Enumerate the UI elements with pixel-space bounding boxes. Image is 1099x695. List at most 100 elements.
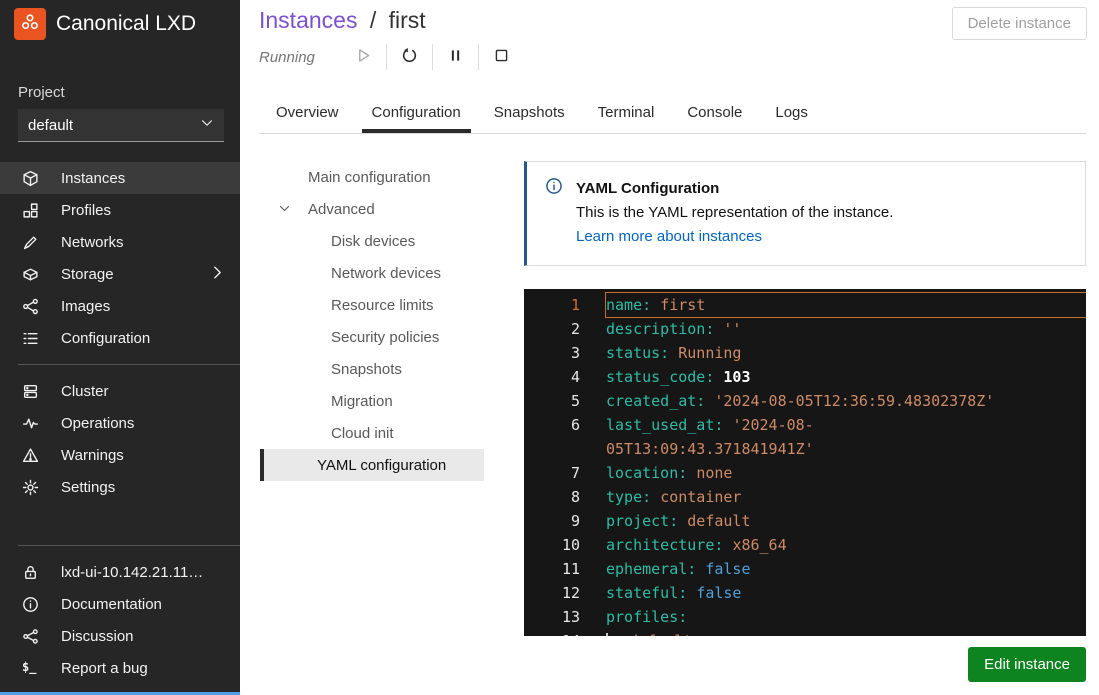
sidebar-item-label: Profiles	[61, 202, 226, 219]
subnav-item-disk-devices[interactable]: Disk devices	[260, 225, 484, 257]
sidebar-item-label: Discussion	[61, 628, 226, 645]
project-label: Project	[18, 84, 224, 101]
sidebar-item-settings[interactable]: Settings	[0, 471, 240, 503]
page-header: Instances / first Running Delete instanc…	[240, 0, 1099, 72]
tab-configuration[interactable]: Configuration	[362, 98, 471, 133]
tab-terminal[interactable]: Terminal	[598, 98, 655, 133]
app-logo[interactable]: Canonical LXD	[0, 0, 240, 48]
subnav-item-main-configuration[interactable]: Main configuration	[260, 161, 484, 193]
editor-line[interactable]: 1name: first	[524, 293, 1086, 317]
editor-line[interactable]: 11 ephemeral: false	[524, 557, 1086, 581]
gear-icon	[22, 479, 39, 496]
sidebar-item-label: lxd-ui-10.142.21.11…	[61, 564, 226, 581]
token-key: created_at:	[606, 392, 705, 410]
tab-snapshots[interactable]: Snapshots	[494, 98, 565, 133]
subnav-item-advanced[interactable]: Advanced	[260, 193, 484, 225]
editor-line-content: stateful: false	[606, 581, 1086, 605]
editor-line-number: 11	[524, 557, 580, 581]
editor-line-content: type: container	[606, 485, 1086, 509]
editor-line[interactable]: 5created_at: '2024-08-05T12:36:59.483023…	[524, 389, 1086, 413]
sidebar-item-images[interactable]: Images	[0, 290, 240, 322]
edit-instance-button[interactable]: Edit instance	[968, 647, 1086, 682]
restart-instance-button[interactable]	[387, 43, 432, 71]
sidebar-item-label: Cluster	[61, 383, 226, 400]
editor-line-number: 8	[524, 485, 580, 509]
sidebar-item-discussion[interactable]: Discussion	[0, 620, 240, 652]
editor-line-content: location: none	[606, 461, 1086, 485]
token-key: profiles:	[606, 608, 687, 626]
sidebar-item-networks[interactable]: Networks	[0, 226, 240, 258]
lxd-logo-icon	[20, 12, 40, 37]
subnav-item-yaml-configuration[interactable]: YAML configuration	[260, 449, 484, 481]
sidebar-item-profiles[interactable]: Profiles	[0, 194, 240, 226]
play-icon	[355, 47, 372, 67]
chevron-down-icon	[200, 117, 214, 134]
editor-line[interactable]: 14- default	[524, 629, 1086, 636]
breadcrumb-instances-link[interactable]: Instances	[259, 7, 357, 33]
editor-line-number: 13	[524, 605, 580, 629]
subnav-item-label: Migration	[331, 393, 393, 410]
editor-line[interactable]: 9project: default	[524, 509, 1086, 533]
network-icon	[22, 234, 39, 251]
delete-instance-button[interactable]: Delete instance	[952, 7, 1087, 40]
page-footer: Edit instance	[968, 647, 1086, 682]
sidebar-item-server-host[interactable]: lxd-ui-10.142.21.11…	[0, 556, 240, 588]
token-plain	[696, 560, 705, 578]
storage-icon	[22, 266, 39, 283]
editor-line[interactable]: 3status: Running	[524, 341, 1086, 365]
editor-line[interactable]: 12stateful: false	[524, 581, 1086, 605]
tab-overview[interactable]: Overview	[276, 98, 339, 133]
project-select[interactable]: default	[18, 109, 224, 142]
sidebar-item-configuration[interactable]: Configuration	[0, 322, 240, 354]
editor-line[interactable]: 13 profiles:	[524, 605, 1086, 629]
subnav-item-resource-limits[interactable]: Resource limits	[260, 289, 484, 321]
sidebar-padding	[0, 684, 240, 692]
stop-instance-button[interactable]	[479, 43, 524, 71]
editor-line-content: last_used_at: '2024-08-	[606, 413, 1086, 437]
subnav-item-migration[interactable]: Migration	[260, 385, 484, 417]
sidebar-item-report-bug[interactable]: $_Report a bug	[0, 652, 240, 684]
sidebar-item-storage[interactable]: Storage	[0, 258, 240, 290]
editor-line[interactable]: 4status_code: 103	[524, 365, 1086, 389]
project-section: Project default	[18, 84, 224, 142]
subnav-item-label: Snapshots	[331, 361, 402, 378]
token-key: location:	[606, 464, 687, 482]
subnav-item-label: Cloud init	[331, 425, 394, 442]
token-plain	[669, 344, 678, 362]
editor-line[interactable]: 8 type: container	[524, 485, 1086, 509]
sidebar-item-documentation[interactable]: Documentation	[0, 588, 240, 620]
token-key: description:	[606, 320, 714, 338]
subnav-item-network-devices[interactable]: Network devices	[260, 257, 484, 289]
token-val: container	[660, 488, 741, 506]
instance-controls: Running	[259, 42, 524, 72]
subnav-item-cloud-init[interactable]: Cloud init	[260, 417, 484, 449]
sidebar-item-operations[interactable]: Operations	[0, 407, 240, 439]
editor-line[interactable]: 6last_used_at: '2024-08-	[524, 413, 1086, 437]
project-select-value: default	[28, 117, 73, 134]
token-val: default	[629, 632, 692, 636]
notification-title: YAML Configuration	[576, 177, 893, 201]
sidebar-item-instances[interactable]: Instances	[0, 162, 240, 194]
editor-line-number	[524, 437, 580, 461]
editor-line[interactable]: 10architecture: x86_64	[524, 533, 1086, 557]
start-instance-button[interactable]	[341, 43, 386, 71]
editor-line-content: ephemeral: false	[606, 557, 1086, 581]
pause-instance-button[interactable]	[433, 43, 478, 71]
token-key: last_used_at:	[606, 416, 723, 434]
editor-line[interactable]: 7location: none	[524, 461, 1086, 485]
sidebar-item-cluster[interactable]: Cluster	[0, 375, 240, 407]
learn-more-link[interactable]: Learn more about instances	[576, 228, 762, 245]
sidebar-item-label: Documentation	[61, 596, 226, 613]
editor-line[interactable]: 2 description: ''	[524, 317, 1086, 341]
editor-line-number: 2	[524, 317, 580, 341]
sidebar-item-warnings[interactable]: Warnings	[0, 439, 240, 471]
editor-line[interactable]: 05T13:09:43.371841941Z'	[524, 437, 1086, 461]
yaml-editor[interactable]: 1name: first2 description: ''3status: Run…	[524, 289, 1086, 636]
restart-icon	[401, 47, 418, 67]
subnav-item-snapshots[interactable]: Snapshots	[260, 353, 484, 385]
subnav-item-security-policies[interactable]: Security policies	[260, 321, 484, 353]
tab-logs[interactable]: Logs	[775, 98, 808, 133]
tab-console[interactable]: Console	[687, 98, 742, 133]
editor-line-content: description: ''	[606, 317, 1086, 341]
cube-icon	[22, 170, 39, 187]
